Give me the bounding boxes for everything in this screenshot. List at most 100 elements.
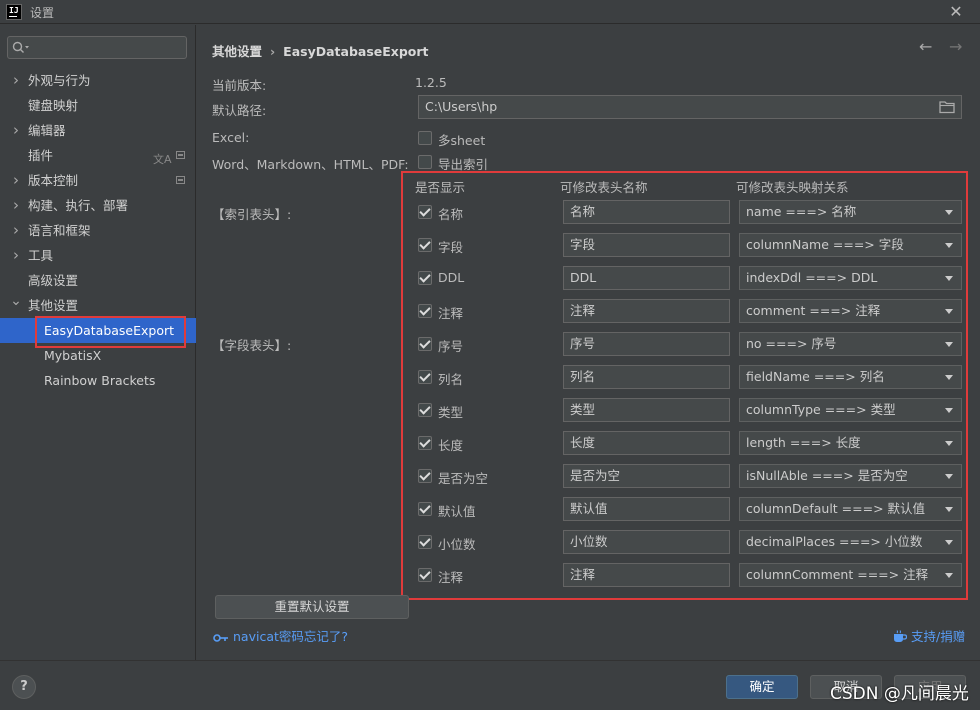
header-name-input[interactable]: 字段 [563,233,730,257]
sidebar-item[interactable]: › 构建、执行、部署 [0,193,196,218]
sidebar-item-label: 外观与行为 [28,73,91,88]
header-name-input[interactable]: 小位数 [563,530,730,554]
excel-label: Excel: [212,130,250,145]
header-mapping-select[interactable]: columnName ===> 字段 [739,233,962,257]
header-mapping-select[interactable]: columnType ===> 类型 [739,398,962,422]
show-header-checkbox[interactable] [418,370,432,384]
header-mapping-value: columnName ===> 字段 [746,237,904,252]
dropdown-arrow-icon[interactable] [945,474,953,479]
header-name-input[interactable]: 是否为空 [563,464,730,488]
dropdown-arrow-icon[interactable] [945,309,953,314]
header-mapping-select[interactable]: decimalPlaces ===> 小位数 [739,530,962,554]
header-mapping-value: comment ===> 注释 [746,303,881,318]
column-header-name: 可修改表头名称 [560,180,648,195]
header-label: 列名 [438,372,464,387]
back-arrow-icon[interactable]: ← [919,37,932,56]
header-label: 是否为空 [438,471,489,486]
show-header-checkbox[interactable] [418,502,432,516]
reset-defaults-button[interactable]: 重置默认设置 [215,595,409,619]
header-mapping-select[interactable]: fieldName ===> 列名 [739,365,962,389]
dropdown-arrow-icon[interactable] [945,540,953,545]
show-header-checkbox[interactable] [418,238,432,252]
header-mapping-value: columnType ===> 类型 [746,402,896,417]
show-header-checkbox[interactable] [418,568,432,582]
support-donate-link[interactable]: 支持/捐赠 [893,626,965,645]
sidebar-item[interactable]: › 语言和框架 [0,218,196,243]
header-mapping-select[interactable]: length ===> 长度 [739,431,962,455]
breadcrumb-current: EasyDatabaseExport [283,44,429,59]
dialog-footer: ? 确定 取消 应用 CSDN @凡间晨光 [0,660,980,710]
navicat-password-link[interactable]: navicat密码忘记了? [213,626,348,645]
dropdown-arrow-icon[interactable] [945,342,953,347]
dropdown-arrow-icon[interactable] [945,408,953,413]
chevron-down-icon[interactable]: ⌄ [10,289,22,314]
forward-arrow-icon[interactable]: → [949,37,962,56]
sidebar-item-label: 插件 [28,148,54,163]
dropdown-arrow-icon[interactable] [945,210,953,215]
show-header-checkbox[interactable] [418,337,432,351]
header-mapping-select[interactable]: columnDefault ===> 默认值 [739,497,962,521]
column-header-mapping: 可修改表头映射关系 [736,180,849,195]
default-path-input[interactable]: C:\Users\hp [418,95,962,119]
sidebar-item[interactable]: › 工具 [0,243,196,268]
breadcrumb-separator-icon: › [270,44,276,59]
sidebar-item[interactable]: 插件 文A [0,143,196,168]
header-mapping-select[interactable]: columnComment ===> 注释 [739,563,962,587]
settings-content: 其他设置 › EasyDatabaseExport ← → 当前版本: 1.2.5 … [197,25,980,660]
sidebar-item[interactable]: ⌄ 其他设置 [0,293,196,318]
sidebar-item-label: Rainbow Brackets [44,373,156,388]
dropdown-arrow-icon[interactable] [945,375,953,380]
chevron-right-icon[interactable]: › [10,168,22,193]
header-mapping-select[interactable]: isNullAble ===> 是否为空 [739,464,962,488]
header-name-input[interactable]: 默认值 [563,497,730,521]
header-mapping-value: indexDdl ===> DDL [746,270,878,285]
chevron-right-icon[interactable]: › [10,193,22,218]
ok-button[interactable]: 确定 [726,675,798,699]
header-mapping-select[interactable]: no ===> 序号 [739,332,962,356]
header-mapping-select[interactable]: indexDdl ===> DDL [739,266,962,290]
chevron-right-icon[interactable]: › [10,243,22,268]
chevron-right-icon[interactable]: › [10,118,22,143]
dropdown-arrow-icon[interactable] [945,507,953,512]
header-name-input[interactable]: DDL [563,266,730,290]
version-value: 1.2.5 [415,75,447,90]
dropdown-arrow-icon[interactable] [945,441,953,446]
header-name-input[interactable]: 注释 [563,563,730,587]
export-index-checkbox[interactable] [418,155,432,169]
multi-sheet-checkbox[interactable] [418,131,432,145]
sidebar-item[interactable]: 高级设置 [0,268,196,293]
sidebar-item[interactable]: Rainbow Brackets [0,368,196,393]
close-icon[interactable]: ✕ [946,2,966,22]
show-header-checkbox[interactable] [418,271,432,285]
chevron-right-icon[interactable]: › [10,218,22,243]
breadcrumb-parent[interactable]: 其他设置 [212,44,262,59]
show-header-checkbox[interactable] [418,436,432,450]
sidebar-item[interactable]: › 外观与行为 [0,68,196,93]
show-header-checkbox[interactable] [418,469,432,483]
settings-search-input[interactable] [7,36,187,59]
dropdown-arrow-icon[interactable] [945,276,953,281]
show-header-checkbox[interactable] [418,403,432,417]
sidebar-item[interactable]: › 编辑器 [0,118,196,143]
sidebar-item[interactable]: › 版本控制 [0,168,196,193]
dropdown-arrow-icon[interactable] [945,573,953,578]
header-mapping-select[interactable]: comment ===> 注释 [739,299,962,323]
header-name-input[interactable]: 类型 [563,398,730,422]
show-header-checkbox[interactable] [418,304,432,318]
header-label: 默认值 [438,504,476,519]
header-name-input[interactable]: 长度 [563,431,730,455]
header-name-input[interactable]: 注释 [563,299,730,323]
help-icon[interactable]: ? [12,675,36,699]
header-mapping-value: length ===> 长度 [746,435,861,450]
header-name-input[interactable]: 名称 [563,200,730,224]
folder-icon[interactable] [939,100,955,114]
sidebar-item-label: 高级设置 [28,273,79,288]
header-name-input[interactable]: 序号 [563,332,730,356]
header-mapping-select[interactable]: name ===> 名称 [739,200,962,224]
header-name-input[interactable]: 列名 [563,365,730,389]
chevron-right-icon[interactable]: › [10,68,22,93]
dropdown-arrow-icon[interactable] [945,243,953,248]
show-header-checkbox[interactable] [418,205,432,219]
sidebar-item[interactable]: 键盘映射 [0,93,196,118]
show-header-checkbox[interactable] [418,535,432,549]
